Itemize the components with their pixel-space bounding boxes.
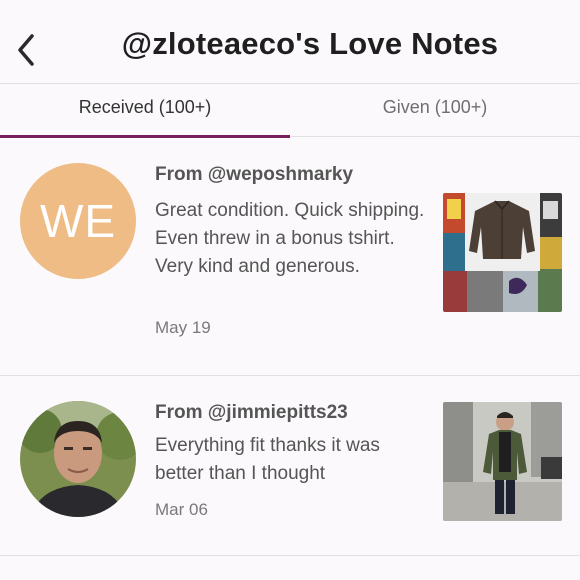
chevron-left-icon [18,34,34,66]
listing-thumbnail[interactable] [443,193,562,312]
avatar-initials: WE [39,195,117,247]
tab-bar: Received (100+) Given (100+) [0,85,580,138]
note-sender[interactable]: From @jimmiepitts23 [155,402,348,424]
love-note-item: WE From @weposhmarky Great condition. Qu… [0,137,580,376]
avatar[interactable] [20,401,136,517]
avatar-photo [20,401,136,517]
listing-photo-jacket [443,193,562,312]
note-message: Great condition. Quick shipping. Even th… [155,200,425,277]
note-message: Everything fit thanks it was better than… [155,435,380,484]
top-bar: @zloteaeco's Love Notes [0,0,580,84]
note-sender[interactable]: From @weposhmarky [155,164,353,186]
note-date: May 19 [155,318,211,337]
tab-given-label: Given (100+) [382,97,488,117]
love-note-item: From @jimmiepitts23 Everything fit thank… [0,376,580,556]
note-date: Mar 06 [155,500,208,519]
listing-thumbnail[interactable] [443,402,562,521]
tab-given[interactable]: Given (100+) [290,85,580,137]
tab-received[interactable]: Received (100+) [0,85,290,138]
tab-received-label: Received (100+) [78,97,212,117]
back-button[interactable] [8,26,48,70]
listing-photo-man-jacket [443,402,562,521]
page-title: @zloteaeco's Love Notes [121,26,499,61]
avatar[interactable]: WE [20,163,136,279]
